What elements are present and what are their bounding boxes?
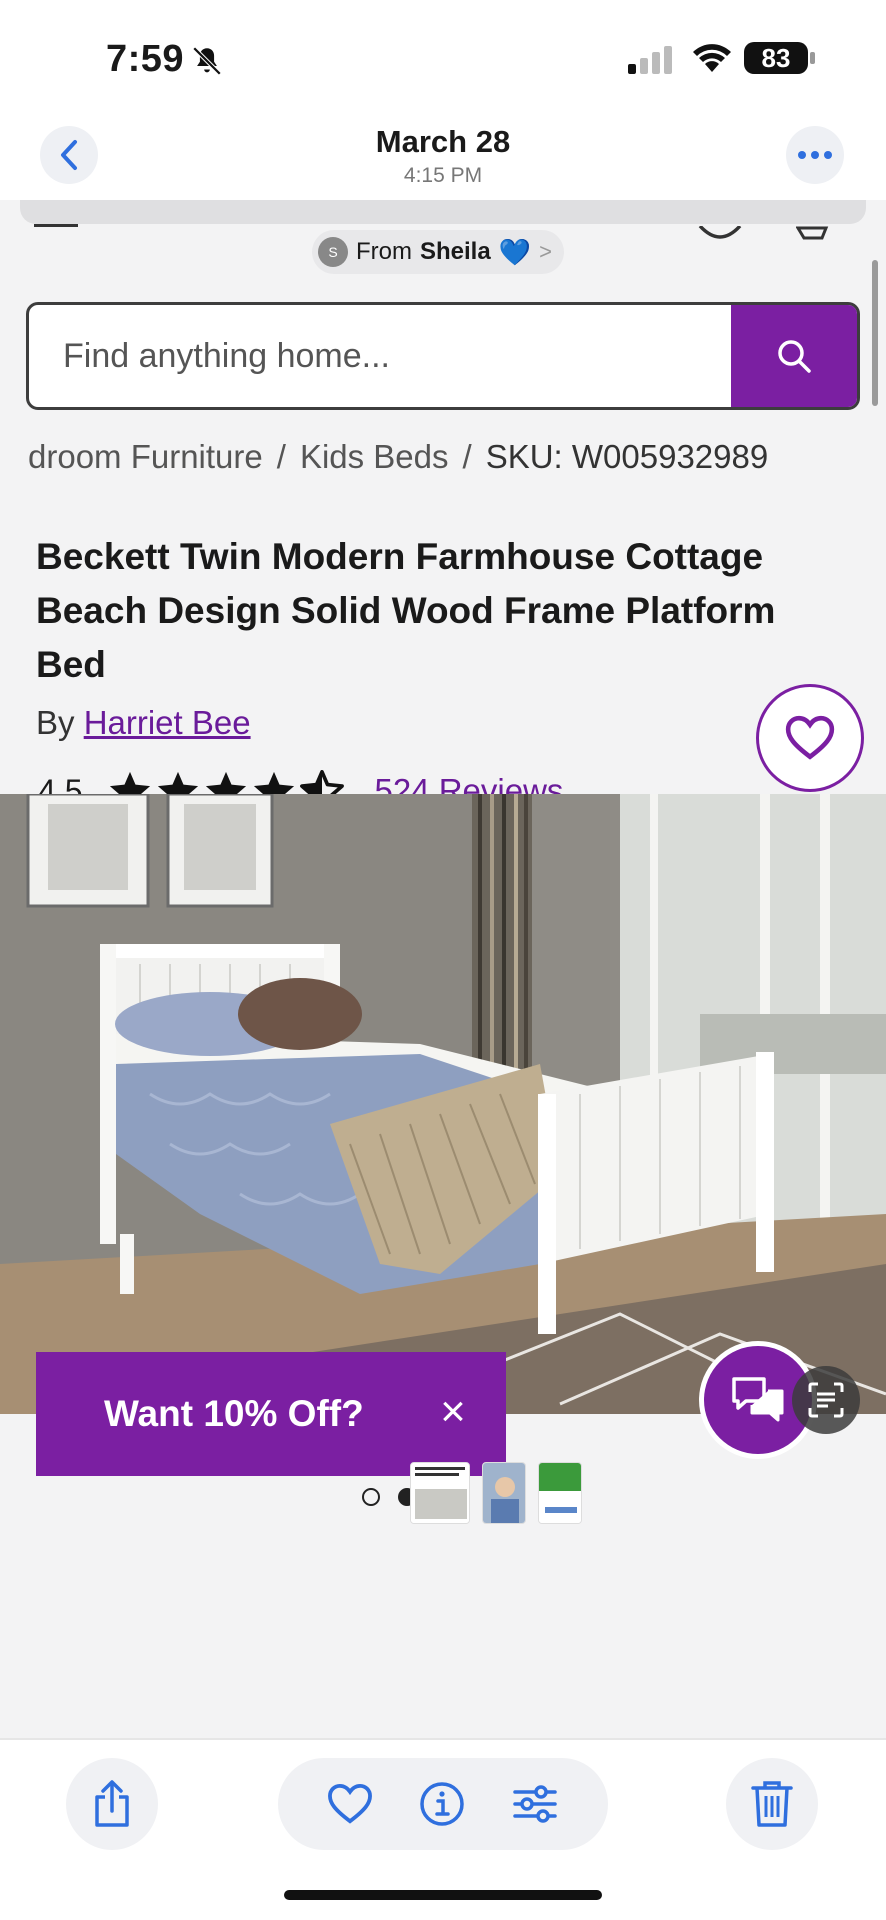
thumbnail-preview	[483, 1463, 525, 1523]
battery-tip	[810, 52, 815, 64]
info-icon[interactable]	[419, 1781, 465, 1827]
account-icon[interactable]	[698, 226, 742, 242]
photo-actions-group	[278, 1758, 608, 1850]
photo-thumbnail[interactable]	[410, 1462, 470, 1524]
carousel-dot[interactable]	[362, 1488, 380, 1506]
home-indicator[interactable]	[284, 1890, 602, 1900]
scrollbar-thumb[interactable]	[872, 260, 878, 406]
search-input[interactable]	[29, 305, 729, 407]
brand-line: By Harriet Bee	[36, 704, 251, 742]
photo-thumbnail[interactable]	[482, 1462, 526, 1524]
more-options-button[interactable]	[786, 126, 844, 184]
brand-link[interactable]: Harriet Bee	[84, 704, 251, 741]
photo-date: March 28	[375, 124, 511, 159]
heart-outline-icon	[785, 715, 835, 760]
bell-slash-icon	[192, 46, 222, 76]
live-text-icon	[808, 1382, 844, 1418]
photo-thumbnail-strip	[410, 1462, 582, 1524]
status-bar: 7:59 83	[0, 0, 886, 120]
photo-thumbnail[interactable]	[538, 1462, 582, 1524]
blue-heart-icon: 💙	[498, 236, 532, 267]
address-bar-sliver	[20, 200, 866, 224]
search-bar	[26, 302, 860, 410]
delete-button[interactable]	[726, 1758, 818, 1850]
bed-photo-illustration	[0, 794, 886, 1414]
close-icon[interactable]: ×	[430, 1390, 476, 1436]
breadcrumb-sku: SKU: W005932989	[485, 438, 769, 475]
search-icon	[778, 340, 811, 373]
favorite-button[interactable]	[756, 684, 864, 792]
thumbnail-preview	[539, 1463, 581, 1523]
heart-icon[interactable]	[327, 1783, 373, 1825]
trash-icon	[751, 1781, 793, 1827]
from-user-pill[interactable]: S From Sheila 💙 >	[312, 230, 564, 274]
promo-text: Want 10% Off?	[104, 1393, 364, 1434]
cart-icon[interactable]	[796, 226, 836, 242]
photo-time: 4:15 PM	[403, 164, 483, 187]
by-label: By	[36, 704, 75, 741]
product-image[interactable]	[0, 794, 886, 1414]
breadcrumb-separator: /	[462, 438, 472, 475]
breadcrumb-item-bedroom-furniture[interactable]: droom Furniture	[28, 438, 263, 475]
search-button[interactable]	[731, 305, 857, 407]
chat-bubbles-icon	[732, 1377, 784, 1422]
from-label: From	[356, 238, 412, 265]
wifi-icon	[693, 44, 731, 72]
breadcrumb: droom Furniture / Kids Beds / SKU: W00593298…	[28, 438, 858, 476]
share-icon	[95, 1780, 129, 1827]
chevron-right-icon: >	[539, 239, 552, 264]
product-title: Beckett Twin Modern Farmhouse Cottage Be…	[36, 536, 776, 685]
menu-icon[interactable]	[34, 224, 78, 227]
cellular-signal-icon	[628, 46, 672, 74]
thumbnail-preview	[411, 1463, 469, 1523]
avatar: S	[318, 237, 348, 267]
discount-promo-banner[interactable]: Want 10% Off? ×	[36, 1352, 506, 1476]
breadcrumb-separator: /	[276, 438, 286, 475]
share-button[interactable]	[66, 1758, 158, 1850]
breadcrumb-item-kids-beds[interactable]: Kids Beds	[300, 438, 449, 475]
live-text-button[interactable]	[792, 1366, 860, 1434]
ellipsis-icon	[798, 151, 832, 159]
from-name: Sheila	[420, 238, 491, 265]
status-time: 7:59	[106, 38, 185, 80]
battery-indicator: 83	[744, 42, 808, 74]
adjust-icon[interactable]	[511, 1784, 559, 1824]
